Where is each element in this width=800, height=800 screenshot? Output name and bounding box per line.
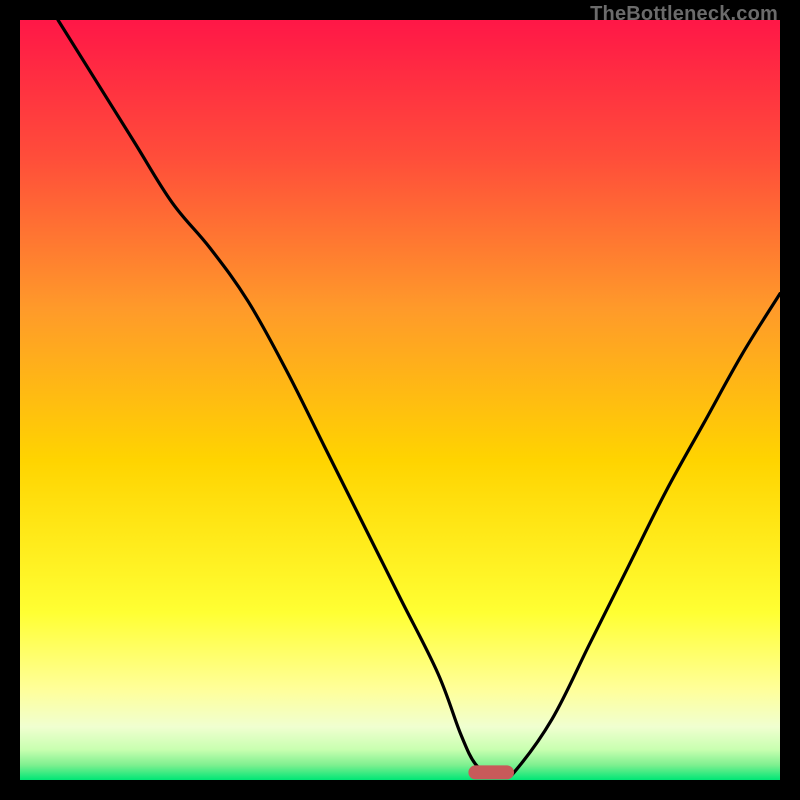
plot-area xyxy=(20,20,780,780)
chart-frame: TheBottleneck.com xyxy=(0,0,800,800)
gradient-background xyxy=(20,20,780,780)
optimal-marker xyxy=(468,765,514,779)
watermark-text: TheBottleneck.com xyxy=(590,3,778,26)
chart-svg xyxy=(20,20,780,780)
